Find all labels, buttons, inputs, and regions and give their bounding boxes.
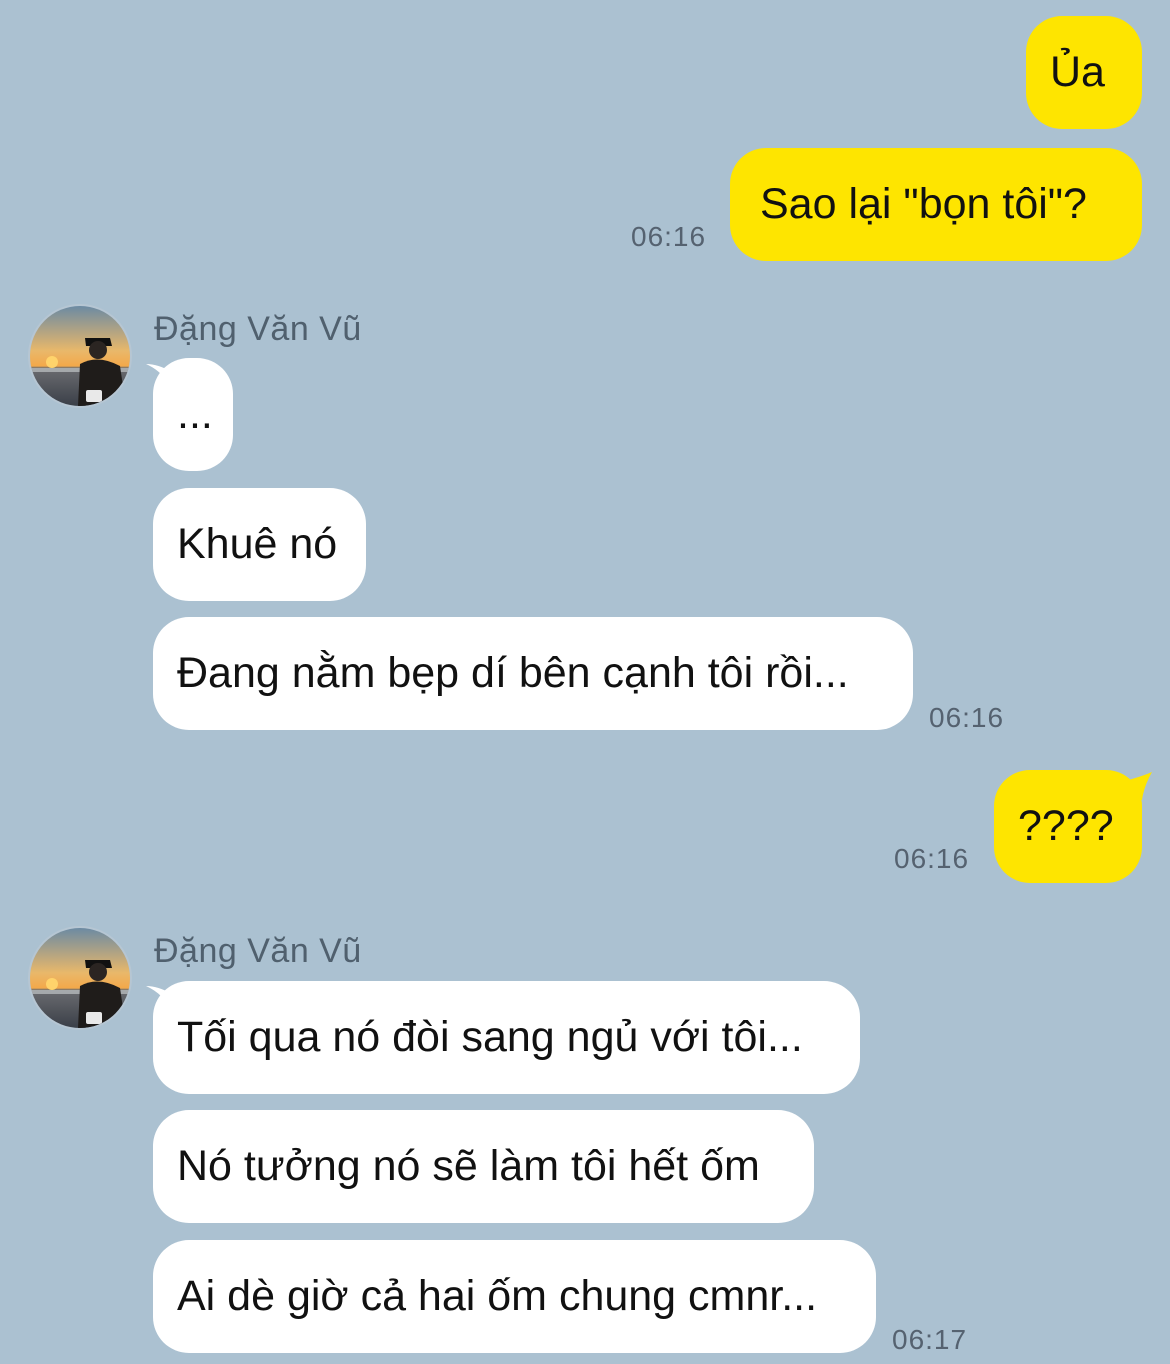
message-timestamp: 06:16: [929, 702, 1005, 733]
sender-avatar[interactable]: [30, 928, 130, 1028]
incoming-message-bubble[interactable]: Nó tưởng nó sẽ làm tôi hết ốm: [153, 1110, 814, 1223]
message-text: ????: [1018, 802, 1114, 850]
message-text: Ủa: [1050, 48, 1105, 96]
outgoing-message-bubble[interactable]: Sao lại "bọn tôi"?: [730, 148, 1142, 261]
incoming-message-bubble[interactable]: ...: [153, 358, 233, 471]
message-text: Khuê nó: [177, 520, 338, 568]
sender-avatar[interactable]: [30, 306, 130, 406]
message-text: Ai dè giờ cả hai ốm chung cmnr...: [177, 1272, 818, 1320]
outgoing-message-bubble[interactable]: ????: [994, 770, 1142, 883]
incoming-message-bubble[interactable]: Khuê nó: [153, 488, 366, 601]
outgoing-message-bubble[interactable]: Ủa: [1026, 16, 1142, 129]
message-text: Sao lại "bọn tôi"?: [760, 180, 1087, 228]
avatar-icon: [30, 306, 130, 406]
message-timestamp: 06:16: [894, 843, 970, 874]
sender-name: Đặng Văn Vũ: [154, 932, 362, 970]
incoming-message-bubble[interactable]: Tối qua nó đòi sang ngủ với tôi...: [153, 981, 860, 1094]
message-text: Đang nằm bẹp dí bên cạnh tôi rồi...: [177, 649, 849, 697]
message-text: Nó tưởng nó sẽ làm tôi hết ốm: [177, 1142, 760, 1190]
message-timestamp: 06:17: [892, 1324, 968, 1355]
avatar-icon: [30, 928, 130, 1028]
incoming-message-bubble[interactable]: Ai dè giờ cả hai ốm chung cmnr...: [153, 1240, 876, 1353]
message-text: Tối qua nó đòi sang ngủ với tôi...: [177, 1013, 803, 1061]
message-timestamp: 06:16: [631, 221, 707, 252]
message-text: ...: [177, 390, 213, 438]
sender-name: Đặng Văn Vũ: [154, 310, 362, 348]
incoming-message-bubble[interactable]: Đang nằm bẹp dí bên cạnh tôi rồi...: [153, 617, 913, 730]
